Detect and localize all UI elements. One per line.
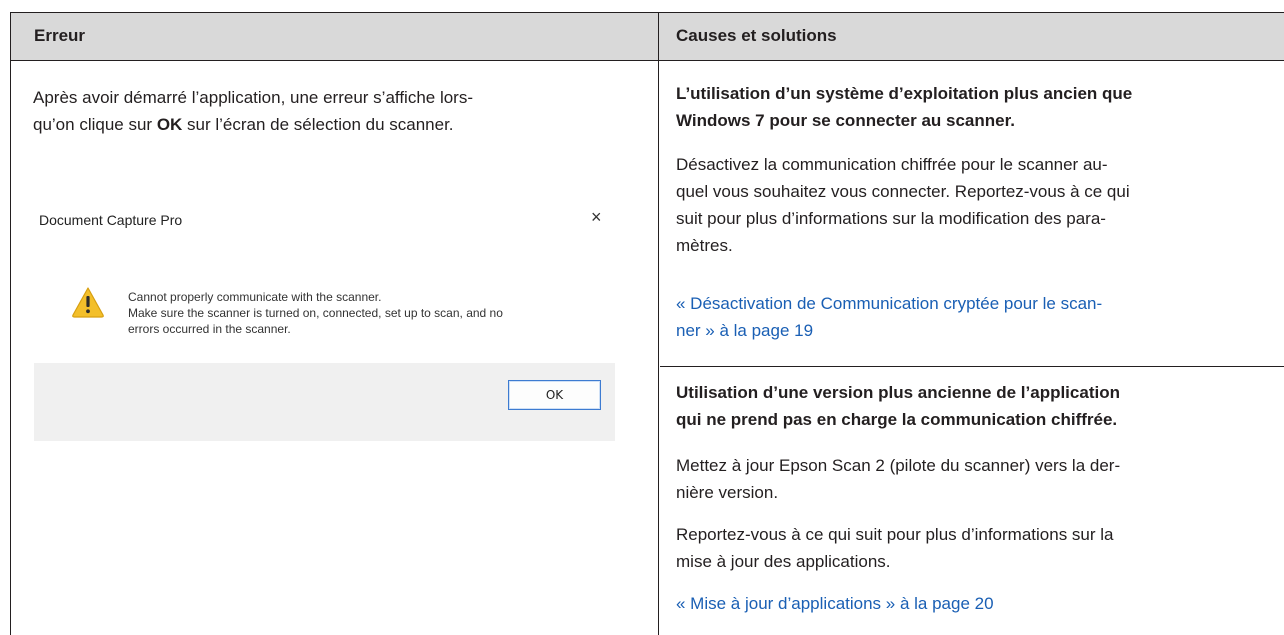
table-header: Erreur Causes et solutions (11, 13, 1284, 61)
cause-cell-1: L’utilisation d’un système d’exploitatio… (660, 61, 1284, 367)
cause-1-title: L’utilisation d’un système d’exploitatio… (676, 84, 1133, 130)
header-causes-label: Causes et solutions (676, 26, 837, 45)
error-line-1: Après avoir démarré l’application, une e… (33, 88, 473, 107)
error-cell: Après avoir démarré l’application, une e… (11, 61, 659, 635)
cause-cell-2: Utilisation d’une version plus ancienne … (660, 368, 1284, 635)
cause-2-link[interactable]: « Mise à jour d’applications » à la page… (676, 590, 994, 617)
troubleshooting-table: Erreur Causes et solutions Après avoir d… (10, 12, 1284, 635)
cause-2-title: Utilisation d’une version plus ancienne … (676, 383, 1120, 429)
error-description: Après avoir démarré l’application, une e… (33, 84, 473, 138)
ok-emphasis: OK (156, 115, 183, 134)
cause-1-body: Désactivez la communication chiffrée pou… (676, 155, 1130, 255)
warning-icon (72, 287, 104, 318)
error-dialog-screenshot: Document Capture Pro × Cannot properly c… (34, 197, 615, 441)
cause-2-body-b: Reportez-vous à ce qui suit pour plus d’… (676, 525, 1114, 571)
dialog-footer: OK (34, 363, 615, 441)
error-line-2: qu’on clique sur OK sur l’écran de sélec… (33, 115, 454, 134)
cause-1-link[interactable]: « Désactivation de Communication cryptée… (676, 290, 1102, 344)
dialog-message: Cannot properly communicate with the sca… (128, 290, 503, 336)
header-error-label: Erreur (34, 26, 86, 45)
header-cell-error: Erreur (11, 13, 659, 60)
cause-2-body-a: Mettez à jour Epson Scan 2 (pilote du sc… (676, 456, 1121, 502)
dialog-title: Document Capture Pro (39, 212, 183, 228)
close-icon[interactable]: × (591, 208, 602, 226)
ok-button[interactable]: OK (508, 380, 601, 410)
